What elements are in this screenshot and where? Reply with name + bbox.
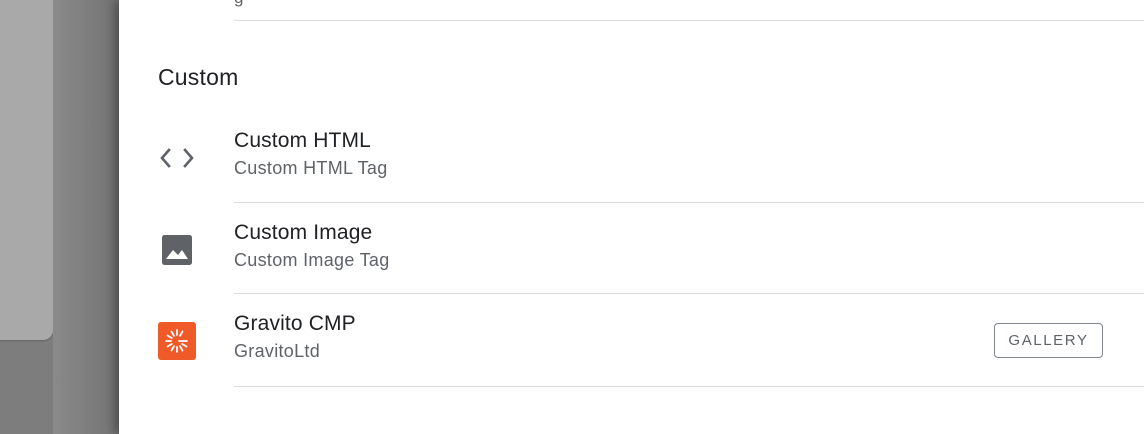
section-title-custom: Custom — [158, 64, 239, 90]
divider — [234, 20, 1144, 21]
tag-type-subtitle: Custom Image Tag — [234, 250, 390, 270]
previous-item-subtitle-partial: g — [234, 0, 243, 8]
tag-type-panel: g Custom Custom HTML Custom HTML Tag — [119, 0, 1144, 434]
tag-type-gravito-cmp[interactable]: Gravito CMP GravitoLtd — [119, 294, 1144, 384]
divider — [234, 386, 1144, 387]
code-icon — [157, 138, 197, 178]
tag-type-custom-image[interactable]: Custom Image Custom Image Tag — [119, 203, 1144, 293]
gallery-badge-button[interactable]: GALLERY — [994, 323, 1103, 358]
tag-type-custom-html[interactable]: Custom HTML Custom HTML Tag — [119, 112, 1144, 202]
tag-type-title: Custom Image — [234, 221, 373, 244]
tag-type-subtitle: Custom HTML Tag — [234, 158, 388, 178]
tag-type-subtitle: GravitoLtd — [234, 341, 321, 361]
tag-type-title: Custom HTML — [234, 129, 372, 152]
screen: g Custom Custom HTML Custom HTML Tag — [0, 0, 1144, 434]
image-icon — [157, 230, 197, 270]
overlay-scrim — [53, 0, 119, 434]
gravito-logo-icon — [157, 321, 197, 361]
background-card — [0, 0, 53, 340]
tag-type-title: Gravito CMP — [234, 312, 356, 335]
